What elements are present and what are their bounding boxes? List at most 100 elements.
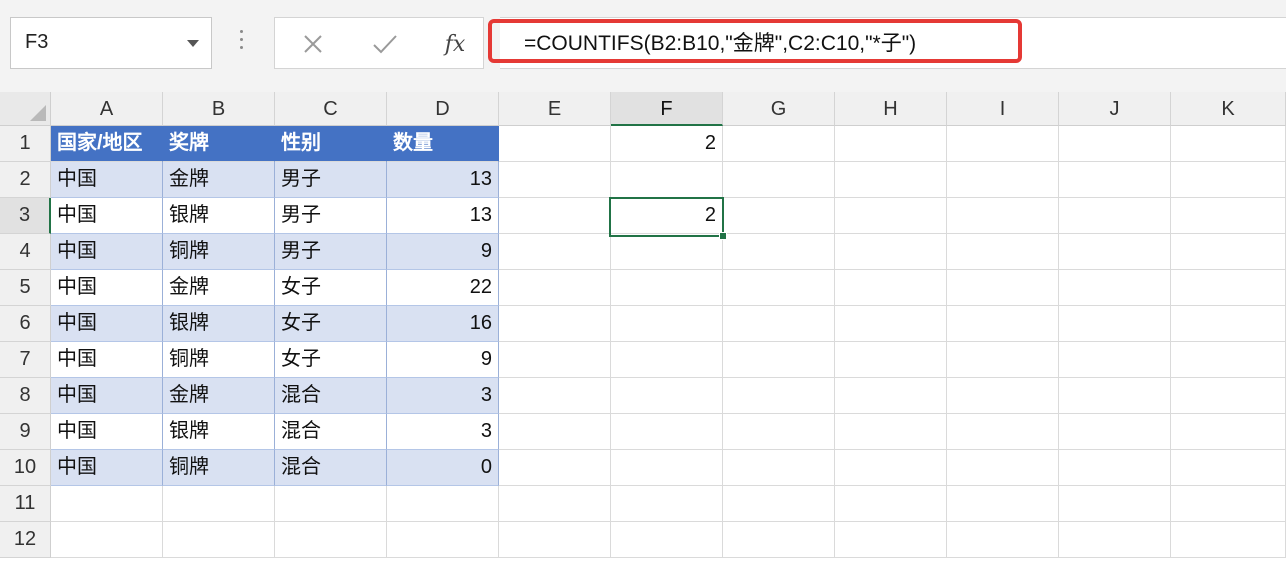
row-header-2[interactable]: 2 bbox=[0, 162, 51, 198]
cell-f11[interactable] bbox=[611, 486, 723, 522]
cell-a10[interactable]: 中国 bbox=[51, 450, 163, 486]
row-header-9[interactable]: 9 bbox=[0, 414, 51, 450]
cell-i7[interactable] bbox=[947, 342, 1059, 378]
cell-j3[interactable] bbox=[1059, 198, 1171, 234]
column-header-e[interactable]: E bbox=[499, 92, 611, 126]
cell-c10[interactable]: 混合 bbox=[275, 450, 387, 486]
row-header-1[interactable]: 1 bbox=[0, 126, 51, 162]
cell-i2[interactable] bbox=[947, 162, 1059, 198]
cell-d8[interactable]: 3 bbox=[387, 378, 499, 414]
more-options-icon[interactable] bbox=[238, 30, 244, 58]
cell-h10[interactable] bbox=[835, 450, 947, 486]
cell-k12[interactable] bbox=[1171, 522, 1286, 558]
cell-f12[interactable] bbox=[611, 522, 723, 558]
cell-j6[interactable] bbox=[1059, 306, 1171, 342]
cell-c6[interactable]: 女子 bbox=[275, 306, 387, 342]
cell-c11[interactable] bbox=[275, 486, 387, 522]
cell-j2[interactable] bbox=[1059, 162, 1171, 198]
cell-h5[interactable] bbox=[835, 270, 947, 306]
cell-e5[interactable] bbox=[499, 270, 611, 306]
cell-d9[interactable]: 3 bbox=[387, 414, 499, 450]
cell-h11[interactable] bbox=[835, 486, 947, 522]
cell-c3[interactable]: 男子 bbox=[275, 198, 387, 234]
cell-j5[interactable] bbox=[1059, 270, 1171, 306]
cell-c12[interactable] bbox=[275, 522, 387, 558]
cell-e8[interactable] bbox=[499, 378, 611, 414]
cell-b7[interactable]: 铜牌 bbox=[163, 342, 275, 378]
name-box[interactable]: F3 bbox=[10, 17, 212, 69]
cell-i9[interactable] bbox=[947, 414, 1059, 450]
cell-f1[interactable]: 2 bbox=[611, 126, 723, 162]
cell-b1[interactable]: 奖牌 bbox=[163, 126, 275, 162]
row-header-12[interactable]: 12 bbox=[0, 522, 51, 558]
cell-f10[interactable] bbox=[611, 450, 723, 486]
cell-d10[interactable]: 0 bbox=[387, 450, 499, 486]
cell-h9[interactable] bbox=[835, 414, 947, 450]
cell-k4[interactable] bbox=[1171, 234, 1286, 270]
row-header-11[interactable]: 11 bbox=[0, 486, 51, 522]
cell-k5[interactable] bbox=[1171, 270, 1286, 306]
cell-b8[interactable]: 金牌 bbox=[163, 378, 275, 414]
cell-f6[interactable] bbox=[611, 306, 723, 342]
cell-a4[interactable]: 中国 bbox=[51, 234, 163, 270]
cell-h1[interactable] bbox=[835, 126, 947, 162]
column-header-j[interactable]: J bbox=[1059, 92, 1171, 126]
cell-g4[interactable] bbox=[723, 234, 835, 270]
cell-e7[interactable] bbox=[499, 342, 611, 378]
cell-g10[interactable] bbox=[723, 450, 835, 486]
cell-g12[interactable] bbox=[723, 522, 835, 558]
cell-e6[interactable] bbox=[499, 306, 611, 342]
cell-f2[interactable] bbox=[611, 162, 723, 198]
cell-d11[interactable] bbox=[387, 486, 499, 522]
row-header-7[interactable]: 7 bbox=[0, 342, 51, 378]
cell-d12[interactable] bbox=[387, 522, 499, 558]
cell-b11[interactable] bbox=[163, 486, 275, 522]
cell-k8[interactable] bbox=[1171, 378, 1286, 414]
column-header-f[interactable]: F bbox=[611, 92, 723, 126]
cell-a12[interactable] bbox=[51, 522, 163, 558]
cell-k1[interactable] bbox=[1171, 126, 1286, 162]
cell-d2[interactable]: 13 bbox=[387, 162, 499, 198]
cell-j10[interactable] bbox=[1059, 450, 1171, 486]
cell-g6[interactable] bbox=[723, 306, 835, 342]
chevron-down-icon[interactable] bbox=[187, 40, 199, 47]
cell-i5[interactable] bbox=[947, 270, 1059, 306]
cell-g3[interactable] bbox=[723, 198, 835, 234]
cell-i8[interactable] bbox=[947, 378, 1059, 414]
cell-k2[interactable] bbox=[1171, 162, 1286, 198]
cell-b9[interactable]: 银牌 bbox=[163, 414, 275, 450]
cell-d3[interactable]: 13 bbox=[387, 198, 499, 234]
cell-b3[interactable]: 银牌 bbox=[163, 198, 275, 234]
column-header-i[interactable]: I bbox=[947, 92, 1059, 126]
cell-i11[interactable] bbox=[947, 486, 1059, 522]
cell-a8[interactable]: 中国 bbox=[51, 378, 163, 414]
cell-j9[interactable] bbox=[1059, 414, 1171, 450]
cell-h3[interactable] bbox=[835, 198, 947, 234]
cell-e12[interactable] bbox=[499, 522, 611, 558]
fill-handle[interactable] bbox=[719, 232, 727, 240]
cell-e11[interactable] bbox=[499, 486, 611, 522]
cell-c5[interactable]: 女子 bbox=[275, 270, 387, 306]
select-all-corner[interactable] bbox=[0, 92, 51, 126]
cell-e10[interactable] bbox=[499, 450, 611, 486]
cell-a6[interactable]: 中国 bbox=[51, 306, 163, 342]
cell-e3[interactable] bbox=[499, 198, 611, 234]
cell-k6[interactable] bbox=[1171, 306, 1286, 342]
cell-f4[interactable] bbox=[611, 234, 723, 270]
cell-i6[interactable] bbox=[947, 306, 1059, 342]
x-icon[interactable] bbox=[293, 26, 333, 62]
row-header-4[interactable]: 4 bbox=[0, 234, 51, 270]
cell-a3[interactable]: 中国 bbox=[51, 198, 163, 234]
cell-a5[interactable]: 中国 bbox=[51, 270, 163, 306]
cell-f9[interactable] bbox=[611, 414, 723, 450]
cell-c2[interactable]: 男子 bbox=[275, 162, 387, 198]
row-header-3[interactable]: 3 bbox=[0, 198, 51, 234]
cell-k10[interactable] bbox=[1171, 450, 1286, 486]
column-header-d[interactable]: D bbox=[387, 92, 499, 126]
cell-e4[interactable] bbox=[499, 234, 611, 270]
cell-j12[interactable] bbox=[1059, 522, 1171, 558]
cell-k3[interactable] bbox=[1171, 198, 1286, 234]
cell-j11[interactable] bbox=[1059, 486, 1171, 522]
cell-c9[interactable]: 混合 bbox=[275, 414, 387, 450]
cell-a9[interactable]: 中国 bbox=[51, 414, 163, 450]
